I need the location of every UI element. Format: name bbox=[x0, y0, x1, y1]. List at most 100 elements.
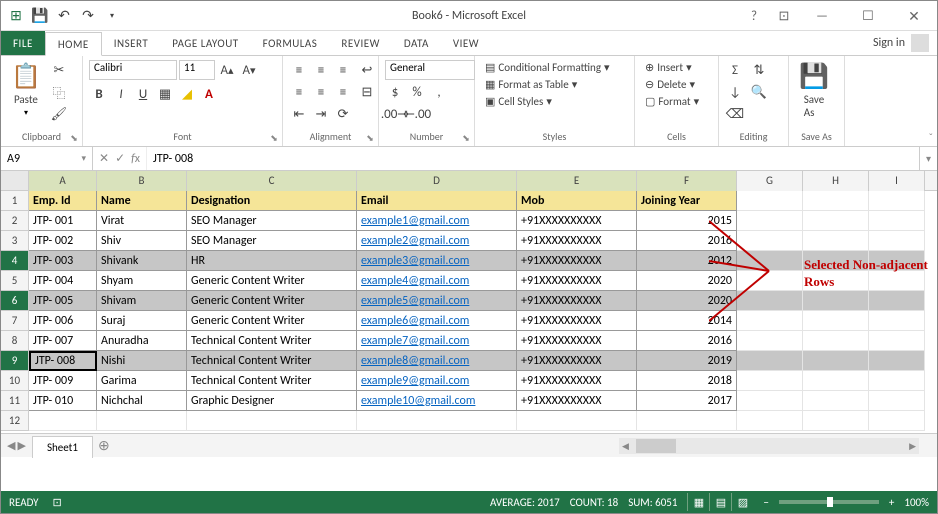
expand-formula-bar-icon[interactable]: ▾ bbox=[919, 147, 937, 170]
cell[interactable] bbox=[869, 231, 925, 251]
cell[interactable] bbox=[187, 411, 357, 431]
cell[interactable] bbox=[803, 411, 869, 431]
name-box[interactable]: A9▾ bbox=[1, 147, 93, 170]
cell[interactable] bbox=[737, 371, 803, 391]
cell[interactable]: JTP- 003 bbox=[29, 251, 97, 271]
cell[interactable] bbox=[869, 371, 925, 391]
delete-cells-button[interactable]: ⊖Delete ▾ bbox=[641, 77, 699, 92]
cell[interactable]: 2012 bbox=[637, 251, 737, 271]
row-header[interactable]: 1 bbox=[1, 191, 29, 211]
cell[interactable]: Garima bbox=[97, 371, 187, 391]
cell[interactable]: +91XXXXXXXXXX bbox=[517, 291, 637, 311]
number-format-select[interactable]: General bbox=[385, 60, 475, 80]
italic-button[interactable]: I bbox=[111, 84, 131, 104]
page-layout-view-icon[interactable]: ▤ bbox=[709, 493, 731, 511]
cell[interactable]: JTP- 001 bbox=[29, 211, 97, 231]
increase-font-icon[interactable]: A▴ bbox=[217, 60, 237, 80]
cell[interactable]: +91XXXXXXXXXX bbox=[517, 231, 637, 251]
cell[interactable]: Shivam bbox=[97, 291, 187, 311]
header-cell[interactable]: Email bbox=[357, 191, 517, 211]
row-header[interactable]: 7 bbox=[1, 311, 29, 331]
cell[interactable] bbox=[737, 191, 803, 211]
cell[interactable]: 2020 bbox=[637, 291, 737, 311]
cell[interactable]: 2020 bbox=[637, 271, 737, 291]
cell[interactable] bbox=[517, 411, 637, 431]
maximize-button[interactable]: ☐ bbox=[845, 1, 891, 31]
dialog-launcher-icon[interactable]: ⬊ bbox=[460, 132, 472, 144]
scrollbar-thumb[interactable] bbox=[636, 439, 676, 453]
column-header[interactable]: H bbox=[803, 171, 869, 191]
undo-icon[interactable]: ↶ bbox=[53, 5, 75, 27]
cell[interactable]: JTP- 002 bbox=[29, 231, 97, 251]
zoom-slider[interactable] bbox=[779, 500, 879, 504]
cell[interactable] bbox=[869, 351, 925, 371]
cell[interactable] bbox=[869, 411, 925, 431]
cell[interactable] bbox=[803, 371, 869, 391]
cell[interactable] bbox=[869, 211, 925, 231]
cell-email-link[interactable]: example2@gmail.com bbox=[357, 231, 517, 251]
cell[interactable] bbox=[803, 211, 869, 231]
cell[interactable]: +91XXXXXXXXXX bbox=[517, 351, 637, 371]
cell[interactable] bbox=[737, 331, 803, 351]
column-header[interactable]: I bbox=[869, 171, 925, 191]
cell[interactable]: +91XXXXXXXXXX bbox=[517, 311, 637, 331]
cell[interactable] bbox=[803, 391, 869, 411]
row-header[interactable]: 11 bbox=[1, 391, 29, 411]
redo-icon[interactable]: ↷ bbox=[77, 5, 99, 27]
cell[interactable] bbox=[637, 411, 737, 431]
cell[interactable]: JTP- 006 bbox=[29, 311, 97, 331]
cell[interactable]: Technical Content Writer bbox=[187, 331, 357, 351]
sheet-nav-prev-icon[interactable]: ◀ bbox=[7, 439, 15, 452]
scroll-right-icon[interactable]: ▶ bbox=[906, 441, 919, 452]
cell-styles-button[interactable]: ▣Cell Styles ▾ bbox=[481, 94, 556, 109]
conditional-formatting-button[interactable]: ▤Conditional Formatting ▾ bbox=[481, 60, 614, 75]
save-as-button[interactable]: 💾 Save As bbox=[795, 60, 833, 121]
cell[interactable]: SEO Manager bbox=[187, 211, 357, 231]
fill-color-button[interactable]: ◢ bbox=[177, 84, 197, 104]
font-name-select[interactable]: Calibri bbox=[89, 60, 177, 80]
cell[interactable]: Technical Content Writer bbox=[187, 371, 357, 391]
decrease-decimal-icon[interactable]: ←.00 bbox=[407, 104, 427, 124]
cell[interactable] bbox=[869, 191, 925, 211]
cell[interactable] bbox=[737, 351, 803, 371]
normal-view-icon[interactable]: ▦ bbox=[687, 493, 709, 511]
column-header[interactable]: F bbox=[637, 171, 737, 191]
cell[interactable]: 2016 bbox=[637, 231, 737, 251]
cell[interactable] bbox=[737, 251, 803, 271]
page-break-view-icon[interactable]: ▨ bbox=[731, 493, 753, 511]
cell-email-link[interactable]: example5@gmail.com bbox=[357, 291, 517, 311]
cell[interactable]: +91XXXXXXXXXX bbox=[517, 391, 637, 411]
cell[interactable] bbox=[869, 391, 925, 411]
orientation-icon[interactable]: ⟳ bbox=[333, 104, 353, 124]
cell-email-link[interactable]: example3@gmail.com bbox=[357, 251, 517, 271]
cell[interactable]: 2018 bbox=[637, 371, 737, 391]
cell[interactable] bbox=[869, 331, 925, 351]
enter-formula-icon[interactable]: ✓ bbox=[115, 151, 125, 166]
row-header[interactable]: 4 bbox=[1, 251, 29, 271]
cell[interactable] bbox=[803, 231, 869, 251]
format-painter-icon[interactable]: 🖌 bbox=[49, 104, 69, 124]
zoom-out-button[interactable]: − bbox=[763, 496, 768, 509]
cell[interactable] bbox=[803, 331, 869, 351]
tab-view[interactable]: VIEW bbox=[441, 31, 491, 55]
align-right-icon[interactable]: ≡ bbox=[333, 82, 353, 102]
clear-icon[interactable]: ⌫ bbox=[725, 104, 745, 124]
header-cell[interactable]: Name bbox=[97, 191, 187, 211]
cell[interactable]: 2015 bbox=[637, 211, 737, 231]
header-cell[interactable]: Emp. Id bbox=[29, 191, 97, 211]
cell[interactable]: Shivank bbox=[97, 251, 187, 271]
select-all-corner[interactable] bbox=[1, 171, 29, 190]
decrease-font-icon[interactable]: A▾ bbox=[239, 60, 259, 80]
cell[interactable] bbox=[737, 271, 803, 291]
cell[interactable] bbox=[357, 411, 517, 431]
cell[interactable]: HR bbox=[187, 251, 357, 271]
cell[interactable]: JTP- 004 bbox=[29, 271, 97, 291]
tab-file[interactable]: FILE bbox=[1, 31, 45, 55]
ribbon-display-button[interactable]: ⊡ bbox=[769, 1, 799, 31]
row-header[interactable]: 8 bbox=[1, 331, 29, 351]
cell[interactable]: JTP- 005 bbox=[29, 291, 97, 311]
column-header[interactable]: E bbox=[517, 171, 637, 191]
font-size-select[interactable]: 11 bbox=[179, 60, 215, 80]
tab-insert[interactable]: INSERT bbox=[102, 31, 161, 55]
format-cells-button[interactable]: ▢Format ▾ bbox=[641, 94, 703, 109]
